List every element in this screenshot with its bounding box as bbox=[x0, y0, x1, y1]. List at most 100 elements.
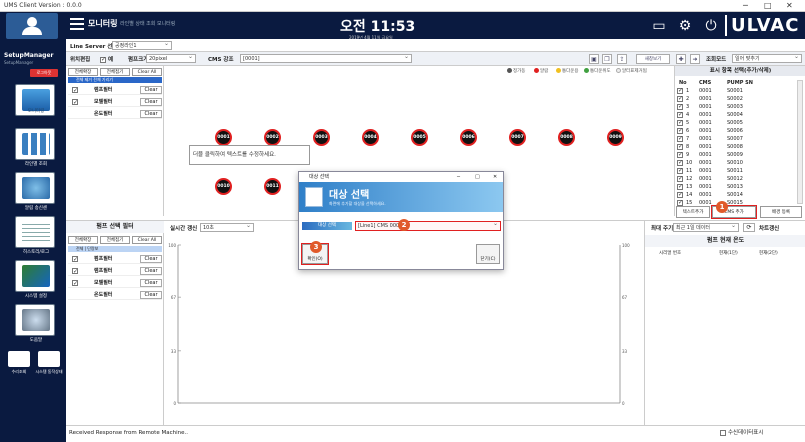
logout-button[interactable]: 로그아웃 bbox=[30, 69, 58, 77]
display-item-row[interactable]: 8 0001 S0008 bbox=[677, 143, 795, 151]
close-icon[interactable]: ✕ bbox=[786, 1, 793, 10]
display-item-row[interactable]: 9 0001 S0009 bbox=[677, 151, 795, 159]
refresh-interval-select[interactable]: 10초 bbox=[200, 222, 254, 232]
expand-all-button[interactable]: 전체확장 bbox=[68, 68, 98, 76]
row-checkbox[interactable] bbox=[677, 135, 683, 142]
clear-button[interactable]: Clear bbox=[140, 291, 162, 299]
filter-row[interactable]: 모델필터Clear bbox=[68, 278, 162, 289]
display-item-row[interactable]: 13 0001 S0013 bbox=[677, 183, 795, 191]
pump-node[interactable]: 0010 bbox=[215, 178, 232, 195]
pump-node[interactable]: 0007 bbox=[509, 129, 526, 146]
sidebar-item-monitoring[interactable]: 모니터링 bbox=[15, 84, 55, 116]
chart-refresh-label[interactable]: 차트갱신 bbox=[759, 224, 779, 232]
pump-node[interactable]: 0006 bbox=[460, 129, 477, 146]
arrow-icon[interactable]: ➜ bbox=[690, 54, 700, 64]
minimize-icon[interactable]: ─ bbox=[457, 172, 460, 182]
tree-top-item[interactable]: 전체 제거 전체 가리기 bbox=[68, 77, 162, 83]
clear-all-button[interactable]: Clear All bbox=[132, 236, 162, 244]
export-icon[interactable]: ⇪ bbox=[617, 54, 627, 64]
period-select[interactable]: 최근 1일 데이터 bbox=[673, 222, 739, 232]
display-item-row[interactable]: 10 0001 S0010 bbox=[677, 159, 795, 167]
row-checkbox[interactable] bbox=[677, 111, 683, 118]
monitor-icon[interactable]: ▭ bbox=[650, 17, 668, 35]
row-checkbox[interactable] bbox=[677, 183, 683, 190]
tree-row[interactable]: 온도필터 Clear bbox=[68, 109, 162, 119]
close-icon[interactable]: ✕ bbox=[493, 172, 497, 182]
display-item-row[interactable]: 1 0001 S0001 bbox=[677, 87, 795, 95]
filter-row[interactable]: 램프필터Clear bbox=[68, 266, 162, 277]
add-text-button[interactable]: 텍스트추가 bbox=[676, 206, 710, 218]
maximize-icon[interactable]: □ bbox=[475, 172, 480, 182]
sidebar-item-system[interactable]: 시스템 설정 bbox=[15, 260, 55, 299]
display-item-row[interactable]: 2 0001 S0002 bbox=[677, 95, 795, 103]
pump-node[interactable]: 0009 bbox=[607, 129, 624, 146]
row-checkbox[interactable] bbox=[677, 151, 683, 158]
row-checkbox[interactable] bbox=[677, 127, 683, 134]
register-background-button[interactable]: 배경 등록 bbox=[760, 206, 802, 218]
display-item-row[interactable]: 11 0001 S0011 bbox=[677, 167, 795, 175]
sidebar-item-history[interactable]: 히스토리/로그 bbox=[15, 216, 55, 255]
clear-button[interactable]: Clear bbox=[140, 255, 162, 263]
collapse-all-button[interactable]: 전체접기 bbox=[100, 236, 130, 244]
line-server-select[interactable]: 공정라인1 bbox=[112, 40, 172, 50]
pump-node[interactable]: 0003 bbox=[313, 129, 330, 146]
row-checkbox[interactable] bbox=[677, 167, 683, 174]
display-item-row[interactable]: 12 0001 S0012 bbox=[677, 175, 795, 183]
clear-button[interactable]: Clear bbox=[140, 98, 162, 106]
pin-icon[interactable]: ✚ bbox=[676, 54, 686, 64]
clear-button[interactable]: Clear bbox=[140, 86, 162, 94]
sidebar-item-alert[interactable]: 알림 송신센 bbox=[15, 172, 55, 211]
sidebar-item-line[interactable]: 라인별 조회 bbox=[15, 128, 55, 167]
cms-highlight-select[interactable]: [0001] bbox=[240, 53, 412, 63]
clear-button[interactable]: Clear bbox=[140, 279, 162, 287]
pump-node[interactable]: 0005 bbox=[411, 129, 428, 146]
auto-update-check[interactable]: 수신데이터표시 bbox=[720, 426, 763, 441]
filter-row[interactable]: 온도필터 Clear bbox=[68, 290, 162, 300]
clear-all-button[interactable]: Clear All bbox=[132, 68, 162, 76]
row-checkbox[interactable] bbox=[677, 175, 683, 182]
row-checkbox[interactable] bbox=[677, 103, 683, 110]
pump-node[interactable]: 0001 bbox=[215, 129, 232, 146]
sidebar-item-system-status[interactable]: 시스템 동작상태 bbox=[35, 351, 63, 374]
pump-node[interactable]: 0008 bbox=[558, 129, 575, 146]
pump-size-select[interactable]: 20pixel bbox=[146, 53, 196, 63]
sidebar-item-repair[interactable]: 수리조회 bbox=[8, 351, 30, 374]
gear-icon[interactable]: ⚙ bbox=[676, 17, 694, 35]
display-item-row[interactable]: 3 0001 S0003 bbox=[677, 103, 795, 111]
expand-all-button[interactable]: 전체확장 bbox=[68, 236, 98, 244]
filter-row[interactable]: 펌프필터Clear bbox=[68, 254, 162, 265]
vertical-scrollbar[interactable] bbox=[797, 80, 803, 204]
editable-text-note[interactable]: 더블 클릭하여 텍스트를 수정하세요. bbox=[189, 145, 310, 165]
tree-row[interactable]: 모델필터Clear bbox=[68, 97, 162, 108]
clear-button[interactable]: Clear bbox=[140, 267, 162, 275]
display-item-row[interactable]: 6 0001 S0006 bbox=[677, 127, 795, 135]
row-checkbox[interactable] bbox=[677, 87, 683, 94]
row-checkbox[interactable] bbox=[677, 95, 683, 102]
row-checkbox[interactable] bbox=[677, 143, 683, 150]
target-select[interactable]: [Line1] CMS 0003 bbox=[355, 220, 501, 231]
row-checkbox[interactable] bbox=[677, 119, 683, 126]
pump-node[interactable]: 0011 bbox=[264, 178, 281, 195]
hamburger-menu-icon[interactable] bbox=[70, 18, 84, 32]
save-icon[interactable]: ▣ bbox=[589, 54, 599, 64]
pump-node[interactable]: 0004 bbox=[362, 129, 379, 146]
power-icon[interactable]: ⏻ bbox=[702, 17, 720, 35]
filter-top-item[interactable]: 전체 | 단량보 bbox=[68, 246, 162, 252]
collapse-all-button[interactable]: 전체접기 bbox=[100, 68, 130, 76]
display-item-row[interactable]: 5 0001 S0005 bbox=[677, 119, 795, 127]
display-item-row[interactable]: 7 0001 S0007 bbox=[677, 135, 795, 143]
tree-row[interactable]: 램프필터Clear bbox=[68, 85, 162, 96]
display-item-row[interactable]: 14 0001 S0014 bbox=[677, 191, 795, 199]
minimize-icon[interactable]: ─ bbox=[743, 1, 748, 10]
clear-button[interactable]: Clear bbox=[140, 110, 162, 118]
maximize-icon[interactable]: □ bbox=[764, 1, 772, 10]
copy-icon[interactable]: ❐ bbox=[602, 54, 612, 64]
edit-position-check[interactable]: 예 bbox=[100, 55, 113, 63]
pump-node[interactable]: 0002 bbox=[264, 129, 281, 146]
display-item-row[interactable]: 4 0001 S0004 bbox=[677, 111, 795, 119]
row-checkbox[interactable] bbox=[677, 159, 683, 166]
refresh-icon[interactable]: ⟳ bbox=[743, 223, 755, 232]
sort-mode-select[interactable]: 일어 맞추기 bbox=[732, 53, 802, 63]
close-button[interactable]: 닫기(C) bbox=[476, 244, 500, 264]
row-checkbox[interactable] bbox=[677, 191, 683, 198]
